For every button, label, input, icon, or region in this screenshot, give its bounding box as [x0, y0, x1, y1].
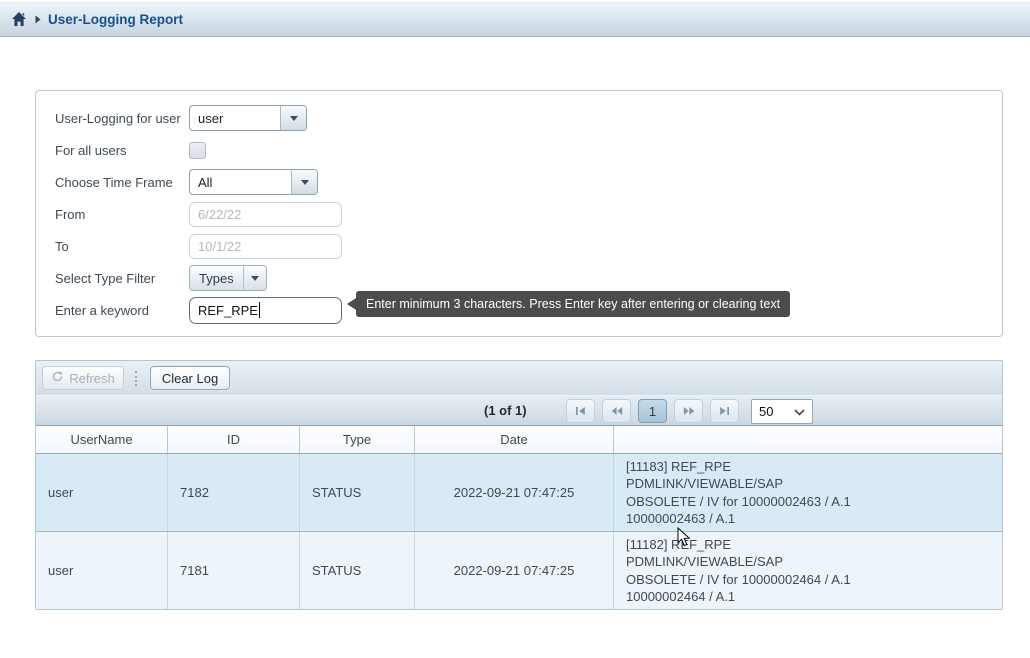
pagination-bar: (1 of 1) 1 50 [36, 395, 1002, 426]
to-label: To [55, 239, 189, 254]
message-line: PDMLINK/VIEWABLE/SAP [626, 475, 783, 493]
types-button-label: Types [190, 266, 243, 290]
types-dropdown-button[interactable]: Types [189, 265, 267, 291]
time-frame-combobox[interactable]: All [189, 169, 318, 195]
home-icon[interactable] [10, 12, 27, 28]
message-line: OBSOLETE / IV for 10000002463 / A.1 [626, 493, 851, 511]
user-select-label: User-Logging for user [55, 111, 189, 126]
from-label: From [55, 207, 189, 222]
keyword-label: Enter a keyword [55, 303, 189, 318]
keyword-tooltip: Enter minimum 3 characters. Press Enter … [356, 291, 790, 317]
page-size-select[interactable]: 50 [751, 399, 813, 424]
message-line: 10000002463 / A.1 [626, 510, 735, 528]
all-users-checkbox[interactable] [189, 142, 206, 159]
to-date-field[interactable] [189, 234, 342, 259]
refresh-button[interactable]: Refresh [42, 366, 124, 390]
current-page-button[interactable]: 1 [638, 399, 667, 423]
first-page-button[interactable] [566, 399, 595, 423]
cell-id: 7182 [168, 454, 300, 531]
next-page-button[interactable] [674, 399, 703, 423]
form-row-time-frame: Choose Time Frame All [55, 169, 1002, 195]
from-date-field[interactable] [189, 202, 342, 227]
cell-type: STATUS [300, 532, 415, 609]
clear-log-button-label: Clear Log [162, 371, 218, 386]
time-frame-label: Choose Time Frame [55, 175, 189, 190]
message-line: PDMLINK/VIEWABLE/SAP [626, 553, 783, 571]
toolbar-separator [135, 371, 137, 386]
tooltip-arrow [347, 298, 356, 310]
keyword-input[interactable]: REF_RPE [189, 297, 342, 324]
clear-log-button[interactable]: Clear Log [150, 366, 230, 390]
table-row[interactable]: user 7182 STATUS 2022-09-21 07:47:25 [11… [36, 454, 1002, 532]
mouse-cursor [677, 527, 692, 551]
log-table: UserName ID Type Date user 7182 STATUS 2… [36, 426, 1002, 609]
time-frame-value: All [190, 170, 291, 194]
chevron-down-icon[interactable] [291, 170, 317, 194]
page-status: (1 of 1) [484, 396, 527, 425]
cell-date: 2022-09-21 07:47:25 [415, 532, 614, 609]
message-line: OBSOLETE / IV for 10000002464 / A.1 [626, 571, 851, 589]
chevron-down-icon [794, 404, 805, 419]
cell-username: user [36, 532, 168, 609]
table-row[interactable]: user 7181 STATUS 2022-09-21 07:47:25 [11… [36, 532, 1002, 609]
breadcrumb-bar: User-Logging Report [0, 2, 1030, 37]
header-message[interactable] [614, 426, 1002, 453]
message-line: [11183] REF_RPE [626, 458, 731, 476]
all-users-label: For all users [55, 143, 189, 158]
text-caret [259, 302, 260, 318]
cell-message: [11182] REF_RPE PDMLINK/VIEWABLE/SAP OBS… [614, 532, 1002, 609]
page-title: User-Logging Report [48, 12, 183, 27]
header-type[interactable]: Type [300, 426, 415, 453]
message-line: 10000002464 / A.1 [626, 588, 735, 606]
refresh-button-label: Refresh [69, 371, 115, 386]
previous-page-button[interactable] [602, 399, 631, 423]
chevron-down-icon[interactable] [243, 266, 266, 290]
cell-date: 2022-09-21 07:47:25 [415, 454, 614, 531]
cell-message: [11183] REF_RPE PDMLINK/VIEWABLE/SAP OBS… [614, 454, 1002, 531]
chevron-right-icon [35, 15, 41, 24]
form-row-type-filter: Select Type Filter Types [55, 265, 1002, 291]
log-table-panel: Refresh Clear Log (1 of 1) 1 50 [35, 360, 1003, 610]
user-select-combobox[interactable]: user [189, 105, 307, 131]
header-id[interactable]: ID [168, 426, 300, 453]
cell-id: 7181 [168, 532, 300, 609]
cell-type: STATUS [300, 454, 415, 531]
pager-buttons: 1 [566, 399, 739, 423]
form-row-from: From [55, 201, 1002, 227]
refresh-icon [51, 370, 64, 386]
table-toolbar: Refresh Clear Log [36, 361, 1002, 395]
form-row-all-users: For all users [55, 137, 1002, 163]
form-row-to: To [55, 233, 1002, 259]
page-size-value: 50 [759, 404, 773, 419]
user-select-value: user [190, 106, 280, 130]
table-header-row: UserName ID Type Date [36, 426, 1002, 454]
keyword-value: REF_RPE [198, 303, 258, 318]
last-page-button[interactable] [710, 399, 739, 423]
type-filter-label: Select Type Filter [55, 271, 189, 286]
header-username[interactable]: UserName [36, 426, 168, 453]
header-date[interactable]: Date [415, 426, 614, 453]
cell-username: user [36, 454, 168, 531]
chevron-down-icon[interactable] [280, 106, 306, 130]
form-row-user: User-Logging for user user [55, 105, 1002, 131]
